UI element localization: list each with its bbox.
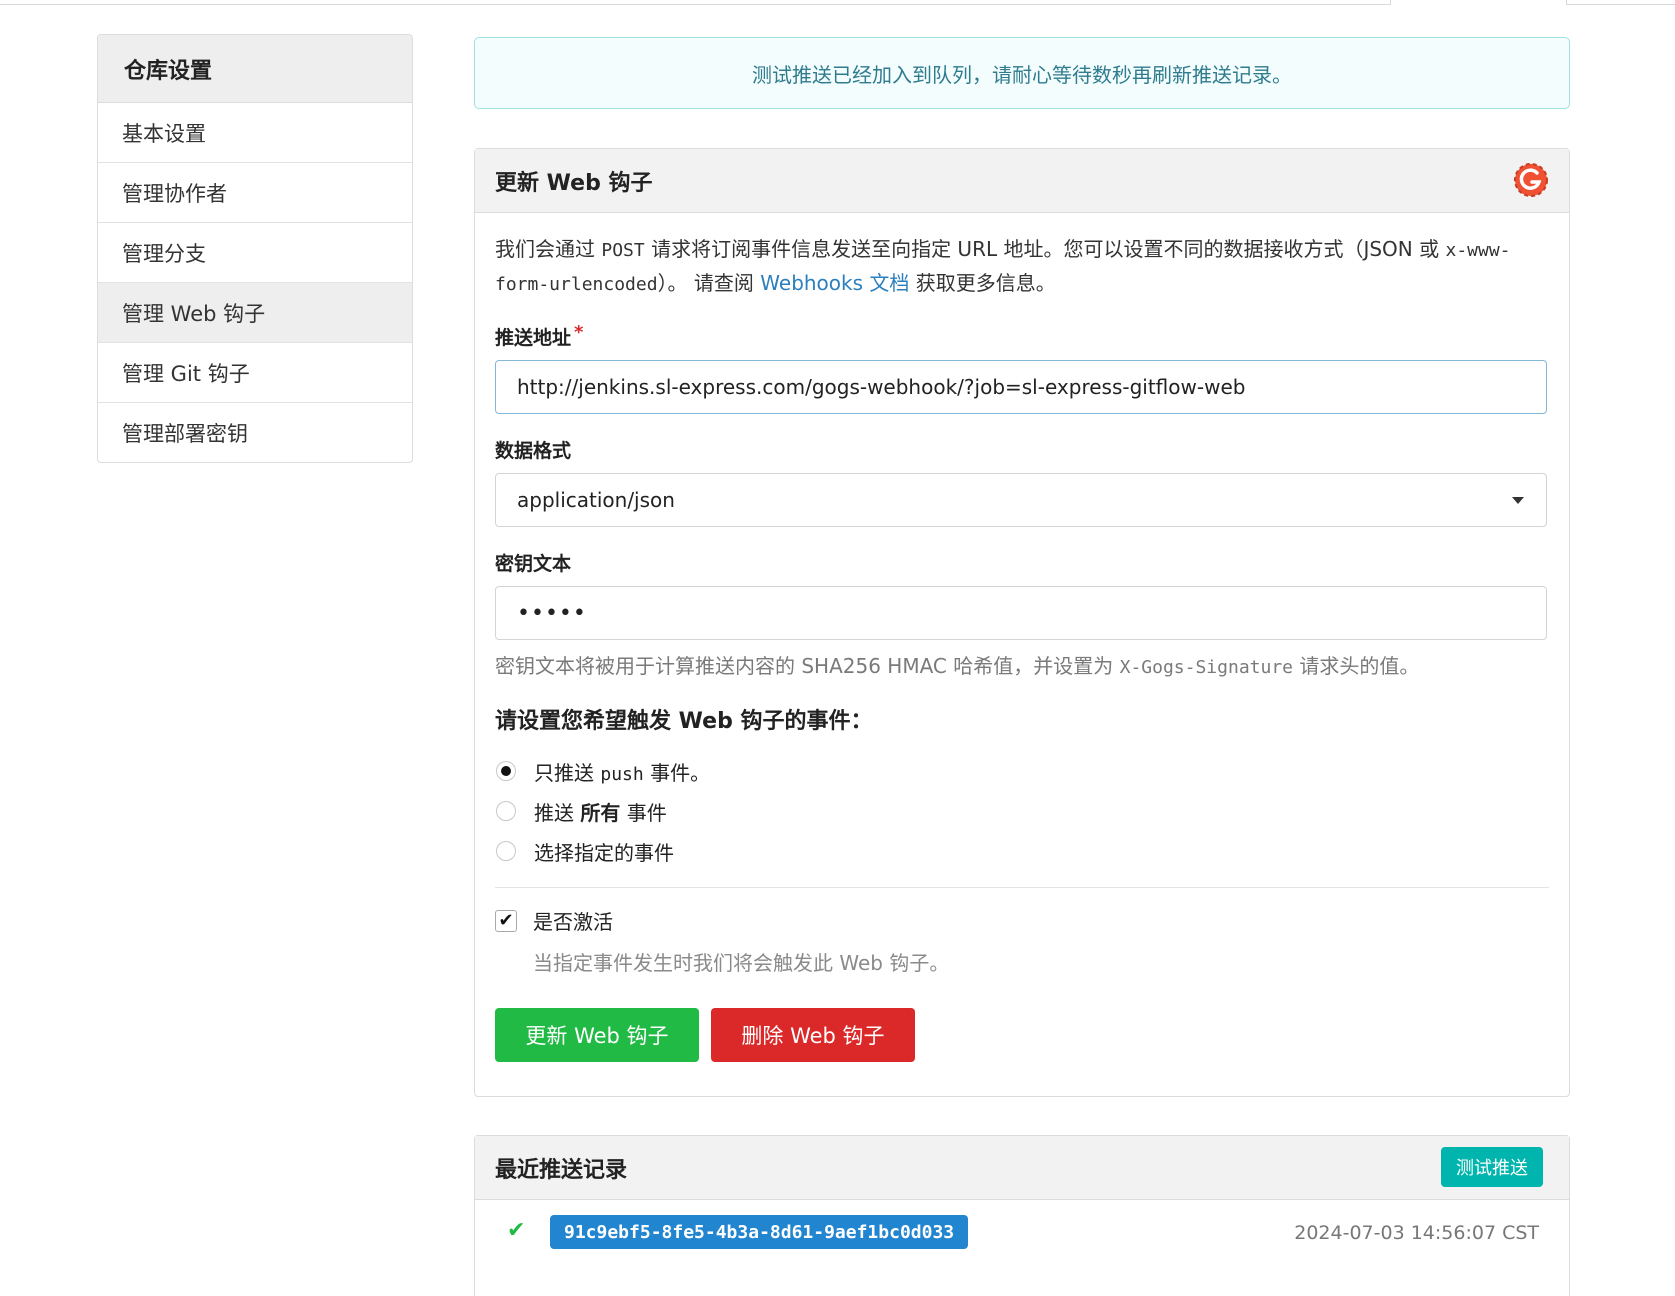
- sidebar-item-deploy-keys[interactable]: 管理部署密钥: [98, 403, 412, 462]
- event-choose-option[interactable]: 选择指定的事件: [495, 831, 1549, 871]
- notice-text: 测试推送已经加入到队列，请耐心等待数秒再刷新推送记录。: [752, 62, 1292, 87]
- gogs-icon: [1514, 163, 1548, 197]
- sidebar-item-git-hooks[interactable]: 管理 Git 钩子: [98, 343, 412, 403]
- secret-help-part-2: 请求头的值。: [1293, 654, 1420, 678]
- secret-label: 密钥文本: [495, 553, 572, 575]
- content-type-label: 数据格式: [495, 440, 572, 462]
- payload-url-value: http://jenkins.sl-express.com/gogs-webho…: [517, 375, 1246, 399]
- desc-post-code: POST: [601, 240, 645, 261]
- form-actions: 更新 Web 钩子 删除 Web 钩子: [495, 1008, 1549, 1062]
- secret-input[interactable]: •••••: [495, 586, 1547, 640]
- payload-url-label: 推送地址 *: [495, 322, 1549, 350]
- events-title: 请设置您希望触发 Web 钩子的事件：: [495, 709, 873, 734]
- event-all-label: 推送 所有 事件: [534, 797, 667, 826]
- desc-part-3: ）。 请查阅: [657, 271, 761, 295]
- content-type-value: application/json: [517, 488, 675, 512]
- info-notice: 测试推送已经加入到队列，请耐心等待数秒再刷新推送记录。: [474, 37, 1570, 109]
- radio-choose-events[interactable]: [496, 841, 516, 861]
- checkmark-icon: ✔: [498, 909, 514, 931]
- divider: [495, 887, 1549, 888]
- payload-url-label-text: 推送地址: [495, 327, 572, 349]
- required-mark: *: [574, 322, 584, 343]
- success-check-icon: ✔: [507, 1218, 526, 1243]
- sidebar-item-collaborators[interactable]: 管理协作者: [98, 163, 412, 223]
- webhook-form-panel: 更新 Web 钩子 我们会通过 POST 请求将订阅事件信息发送至向指定 URL…: [474, 148, 1570, 1097]
- top-tab-edge: [1390, 0, 1567, 5]
- active-checkbox[interactable]: ✔: [495, 909, 517, 932]
- delivery-time: 2024-07-03 14:56:07 CST: [1294, 1222, 1539, 1244]
- all-text-2: 事件: [620, 800, 667, 825]
- secret-help: 密钥文本将被用于计算推送内容的 SHA256 HMAC 哈希值，并设置为 X-G…: [495, 650, 1549, 679]
- delivery-uuid-badge[interactable]: 91c9ebf5-8fe5-4b3a-8d61-9aef1bc0d033: [550, 1215, 969, 1249]
- event-push-only-option[interactable]: 只推送 push 事件。: [495, 751, 1549, 791]
- push-code: push: [600, 763, 644, 785]
- secret-help-header: X-Gogs-Signature: [1119, 657, 1293, 678]
- sidebar-title: 仓库设置: [98, 35, 412, 103]
- history-title: 最近推送记录: [495, 1157, 628, 1183]
- update-webhook-button[interactable]: 更新 Web 钩子: [495, 1008, 699, 1062]
- dropdown-caret-icon: [1512, 497, 1524, 504]
- sidebar-item-branches[interactable]: 管理分支: [98, 223, 412, 283]
- secret-value: •••••: [517, 600, 587, 626]
- event-choose-label: 选择指定的事件: [534, 840, 674, 865]
- all-text-1: 推送: [534, 800, 581, 825]
- test-delivery-button[interactable]: 测试推送: [1441, 1147, 1543, 1187]
- desc-part-4: 获取更多信息。: [909, 271, 1056, 295]
- sidebar-item-basic-settings[interactable]: 基本设置: [98, 103, 412, 163]
- active-checkbox-row[interactable]: ✔ 是否激活: [495, 906, 1549, 935]
- event-all-option[interactable]: 推送 所有 事件: [495, 791, 1549, 831]
- desc-part-2: 请求将订阅事件信息发送至向指定 URL 地址。您可以设置不同的数据接收方式（JS…: [644, 237, 1446, 261]
- all-bold: 所有: [580, 800, 621, 825]
- recent-deliveries-panel: 最近推送记录 测试推送 ✔ 91c9ebf5-8fe5-4b3a-8d61-9a…: [474, 1135, 1570, 1296]
- radio-all-events[interactable]: [496, 801, 516, 821]
- radio-push-only[interactable]: [496, 761, 516, 781]
- webhook-description: 我们会通过 POST 请求将订阅事件信息发送至向指定 URL 地址。您可以设置不…: [495, 233, 1549, 301]
- push-only-text-2: 事件。: [643, 760, 711, 785]
- push-only-text-1: 只推送: [534, 760, 601, 785]
- payload-url-input[interactable]: http://jenkins.sl-express.com/gogs-webho…: [495, 360, 1547, 414]
- history-header: 最近推送记录 测试推送: [475, 1136, 1569, 1200]
- active-help: 当指定事件发生时我们将会触发此 Web 钩子。: [533, 951, 950, 975]
- desc-part-1: 我们会通过: [495, 237, 602, 261]
- sidebar-item-webhooks[interactable]: 管理 Web 钩子: [98, 283, 412, 343]
- delivery-row: ✔ 91c9ebf5-8fe5-4b3a-8d61-9aef1bc0d033 2…: [475, 1200, 1569, 1272]
- active-label: 是否激活: [533, 910, 613, 934]
- delete-webhook-button[interactable]: 删除 Web 钩子: [711, 1008, 915, 1062]
- settings-sidebar: 仓库设置 基本设置 管理协作者 管理分支 管理 Web 钩子 管理 Git 钩子…: [97, 34, 413, 463]
- secret-help-part-1: 密钥文本将被用于计算推送内容的 SHA256 HMAC 哈希值，并设置为: [495, 654, 1120, 678]
- panel-title: 更新 Web 钩子: [495, 170, 653, 196]
- webhooks-docs-link[interactable]: Webhooks 文档: [760, 271, 909, 295]
- content-type-select[interactable]: application/json: [495, 473, 1547, 527]
- panel-body: 我们会通过 POST 请求将订阅事件信息发送至向指定 URL 地址。您可以设置不…: [475, 213, 1569, 1062]
- event-push-only-label: 只推送 push 事件。: [534, 757, 710, 786]
- panel-header: 更新 Web 钩子: [475, 149, 1569, 213]
